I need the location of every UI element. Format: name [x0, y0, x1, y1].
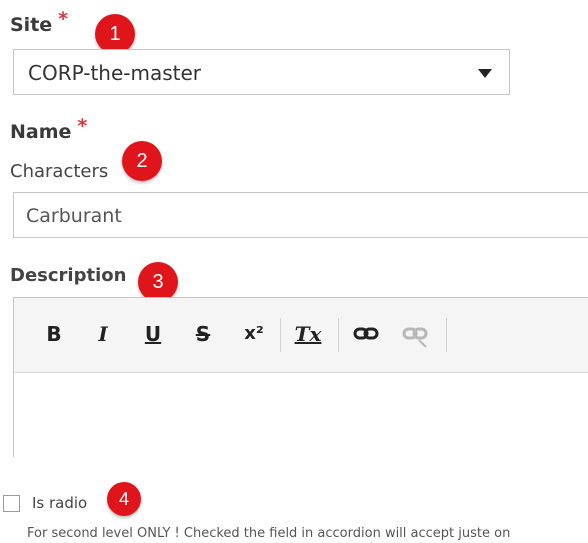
name-input-value: Carburant	[26, 205, 122, 227]
site-label-row: Site *	[10, 8, 68, 36]
annotation-badge-2: 2	[122, 141, 162, 181]
site-select[interactable]: CORP-the-master	[13, 49, 510, 95]
toolbar-separator	[446, 318, 447, 352]
description-editor[interactable]: B I U S x² Tx	[13, 297, 588, 457]
annotation-badge-3: 3	[138, 262, 178, 302]
description-label: Description	[10, 265, 127, 286]
name-input[interactable]: Carburant	[13, 192, 588, 238]
is-radio-label: Is radio	[32, 494, 88, 512]
link-button[interactable]	[351, 320, 381, 348]
site-required-marker: *	[58, 8, 69, 30]
clear-format-button[interactable]: Tx	[292, 320, 324, 348]
strikethrough-button[interactable]: S	[192, 320, 214, 348]
name-required-marker: *	[77, 115, 88, 137]
underline-button[interactable]: U	[142, 320, 164, 348]
name-label: Name	[10, 121, 72, 143]
toolbar-separator	[280, 318, 281, 352]
is-radio-checkbox[interactable]	[3, 495, 20, 512]
italic-button[interactable]: I	[93, 320, 113, 348]
site-selected-value: CORP-the-master	[28, 61, 202, 85]
editor-toolbar: B I U S x² Tx	[14, 298, 588, 373]
unlink-button[interactable]	[400, 320, 430, 348]
characters-label: Characters	[10, 161, 109, 182]
toolbar-separator	[338, 318, 339, 352]
unlink-icon	[402, 327, 428, 348]
name-label-row: Name *	[10, 115, 87, 143]
dropdown-caret-icon[interactable]	[478, 69, 492, 78]
link-icon	[353, 327, 379, 340]
superscript-button[interactable]: x²	[239, 320, 269, 348]
annotation-badge-4: 4	[107, 482, 141, 516]
is-radio-help-text: For second level ONLY ! Checked the fiel…	[27, 526, 511, 541]
annotation-badge-1: 1	[95, 14, 135, 54]
site-label: Site	[10, 14, 53, 36]
bold-button[interactable]: B	[44, 320, 64, 348]
